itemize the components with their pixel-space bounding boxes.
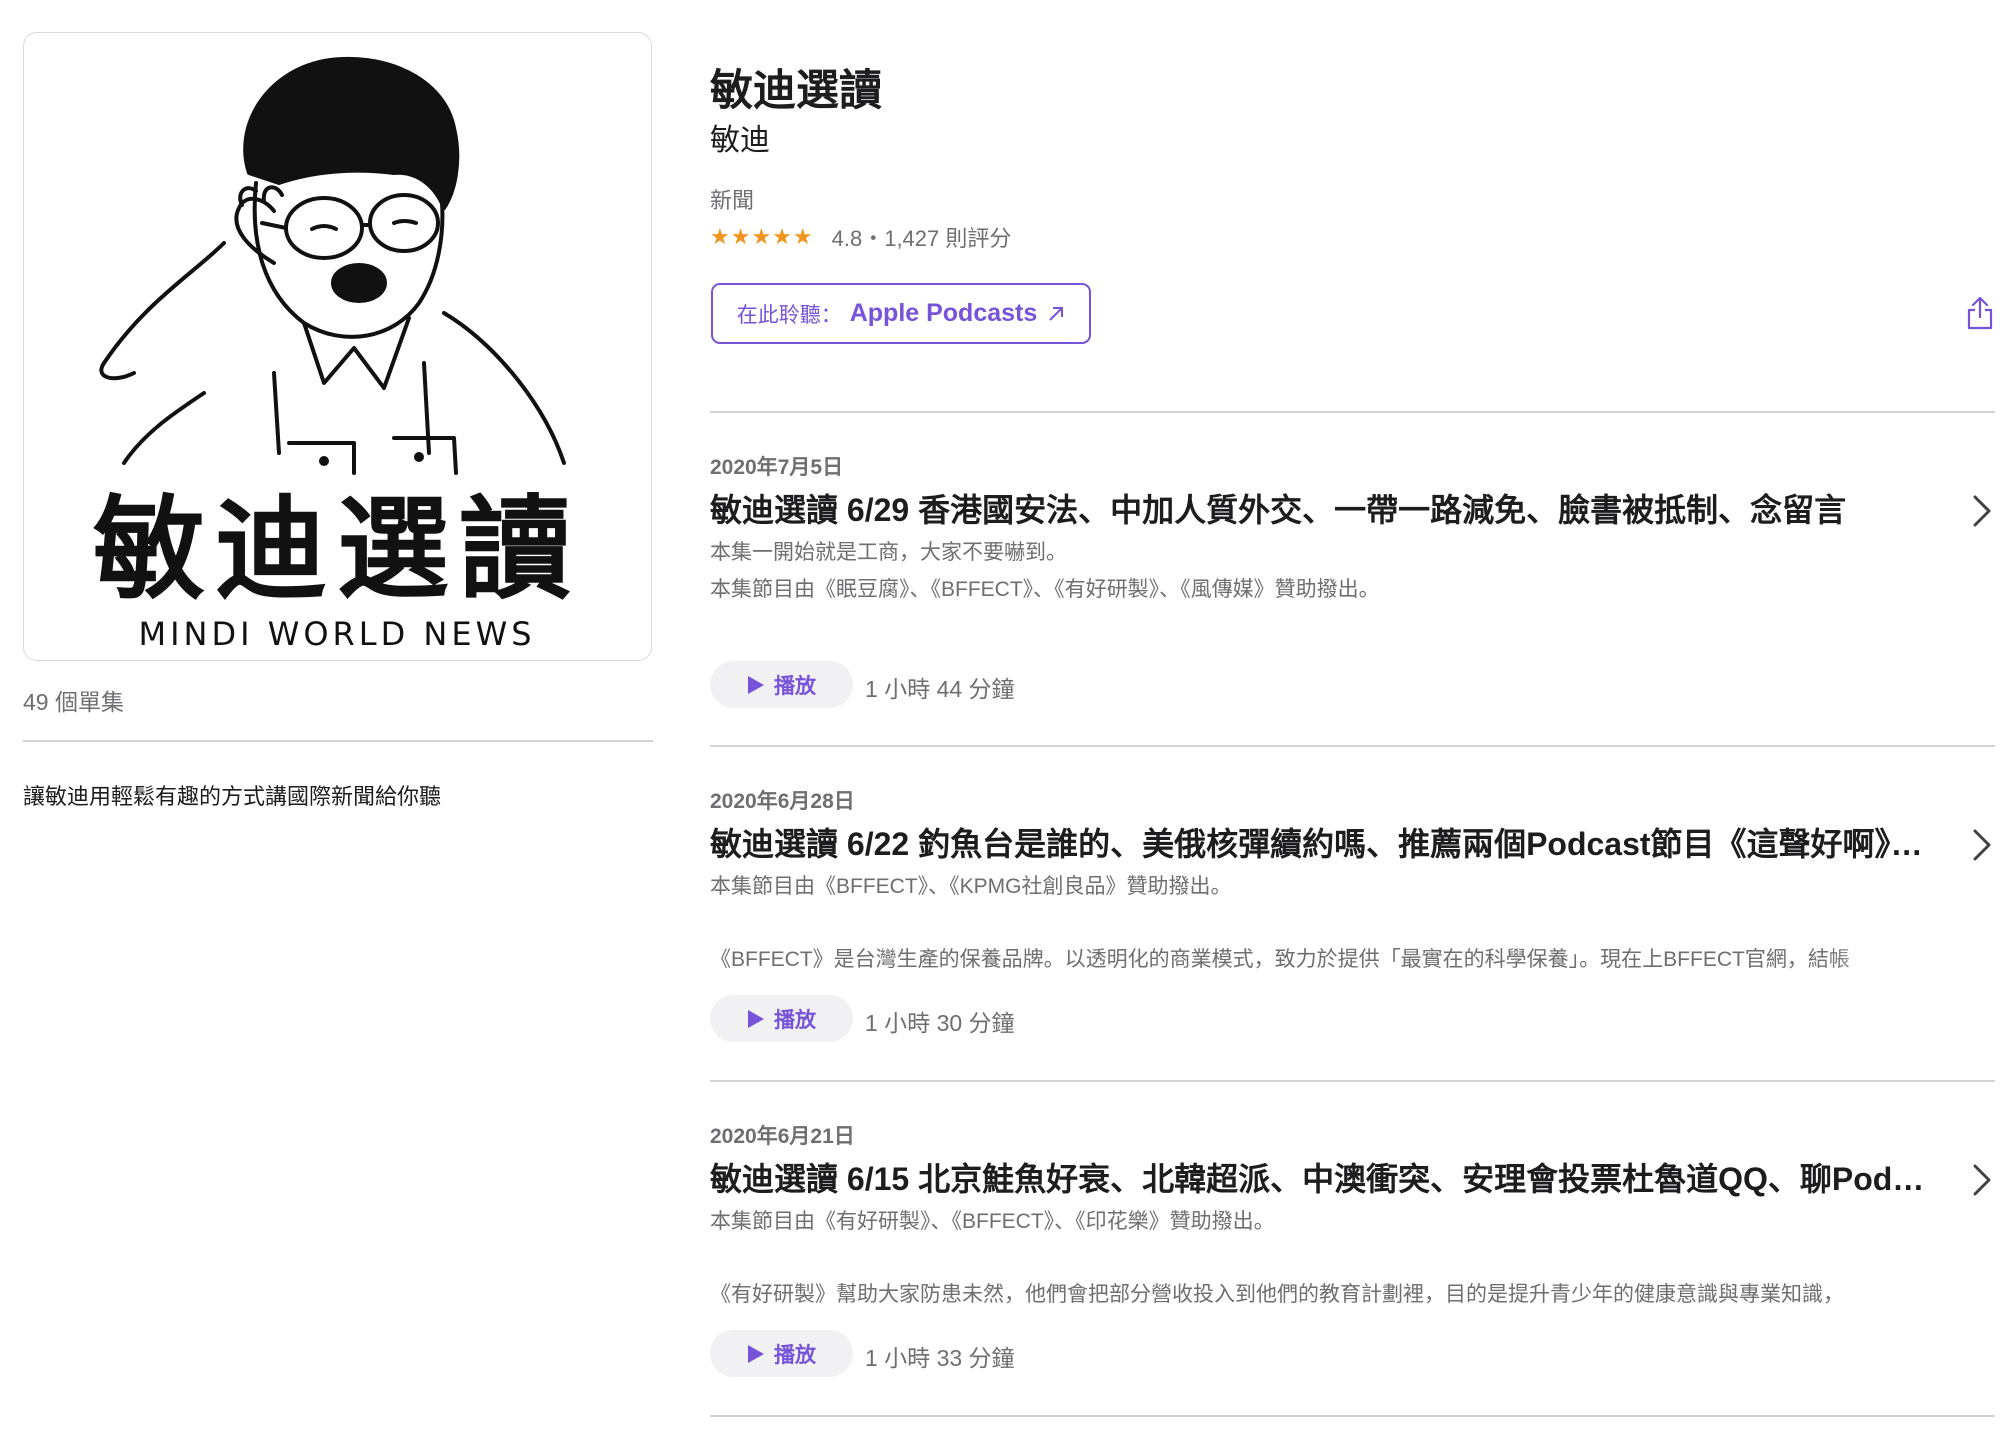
podcast-title: 敏迪選讀 <box>710 67 882 115</box>
podcast-description: 讓敏迪用輕鬆有趣的方式講國際新聞給你聽 <box>23 784 442 809</box>
episode-duration: 1 小時 33 分鐘 <box>865 1345 1015 1371</box>
episode-summary-line: 本集節目由《BFFECT》、《KPMG社創良品》贊助撥出。 <box>710 875 1232 898</box>
play-label: 播放 <box>774 1008 816 1032</box>
play-button[interactable]: 播放 <box>710 995 853 1042</box>
chevron-right-icon[interactable] <box>1971 493 1993 529</box>
artwork-illustration: 敏迪選讀 MINDI WORLD NEWS <box>93 56 581 653</box>
episode-duration: 1 小時 44 分鐘 <box>865 676 1015 702</box>
star-rating-icon: ★★★★★ <box>710 224 814 249</box>
episode-item: 2020年7月5日 敏迪選讀 6/29 香港國安法、中加人質外交、一帶一路減免、… <box>710 411 1995 745</box>
play-button[interactable]: 播放 <box>710 1330 853 1377</box>
podcast-genre[interactable]: 新聞 <box>710 183 754 215</box>
rating-row: ★★★★★ 4.8・1,427 則評分 <box>710 221 1011 253</box>
play-label: 播放 <box>774 1343 816 1367</box>
play-icon <box>748 675 764 694</box>
episode-item: 2020年6月28日 敏迪選讀 6/22 釣魚台是誰的、美俄核彈續約嗎、推薦兩個… <box>710 745 1995 1079</box>
episode-title[interactable]: 敏迪選讀 6/15 北京鮭魚好衰、北韓超派、中澳衝突、安理會投票杜魯道QQ、聊P… <box>710 1154 1940 1200</box>
podcast-author[interactable]: 敏迪 <box>710 115 770 159</box>
episode-date: 2020年6月28日 <box>710 790 855 813</box>
episode-summary-line: 本集一開始就是工商，大家不要嚇到。 <box>710 541 1067 564</box>
episode-summary-line: 《BFFECT》是台灣生產的保養品牌。以透明化的商業模式，致力於提供「最實在的科… <box>710 948 1850 971</box>
chevron-right-icon[interactable] <box>1971 1162 1993 1198</box>
divider <box>710 1415 1995 1417</box>
listen-on-apple-podcasts-button[interactable]: 在此聆聽： Apple Podcasts <box>711 283 1091 344</box>
episode-date: 2020年6月21日 <box>710 1125 855 1148</box>
episode-title[interactable]: 敏迪選讀 6/29 香港國安法、中加人質外交、一帶一路減免、臉書被抵制、念留言 <box>710 485 1940 531</box>
chevron-right-icon[interactable] <box>1971 827 1993 863</box>
listen-prefix: 在此聆聽： <box>736 303 842 327</box>
play-button[interactable]: 播放 <box>710 661 853 708</box>
rating-text: 4.8・1,427 則評分 <box>831 226 1012 251</box>
play-label: 播放 <box>774 674 816 698</box>
play-icon <box>748 1344 764 1363</box>
listen-brand: Apple Podcasts <box>849 299 1038 327</box>
episode-count: 49 個單集 <box>23 689 124 715</box>
episode-item: 2020年6月21日 敏迪選讀 6/15 北京鮭魚好衰、北韓超派、中澳衝突、安理… <box>710 1080 1995 1414</box>
episode-date: 2020年7月5日 <box>710 456 844 479</box>
artwork-subtitle-text: MINDI WORLD NEWS <box>138 615 535 653</box>
episode-summary-line: 本集節目由《眠豆腐》、《BFFECT》、《有好研製》、《風傳媒》贊助撥出。 <box>710 578 1380 601</box>
episode-summary-line: 本集節目由《有好研製》、《BFFECT》、《印花樂》贊助撥出。 <box>710 1210 1275 1233</box>
external-arrow-icon <box>1047 305 1065 323</box>
share-icon[interactable] <box>1966 296 1994 330</box>
episode-duration: 1 小時 30 分鐘 <box>865 1010 1015 1036</box>
podcast-artwork: 敏迪選讀 MINDI WORLD NEWS <box>23 32 652 661</box>
episode-summary-line: 《有好研製》幫助大家防患未然，他們會把部分營收投入到他們的教育計劃裡，目的是提升… <box>710 1283 1844 1306</box>
episode-title[interactable]: 敏迪選讀 6/22 釣魚台是誰的、美俄核彈續約嗎、推薦兩個Podcast節目《這… <box>710 819 1940 865</box>
play-icon <box>748 1009 764 1028</box>
divider <box>23 740 653 742</box>
artwork-title-text: 敏迪選讀 <box>93 484 581 615</box>
